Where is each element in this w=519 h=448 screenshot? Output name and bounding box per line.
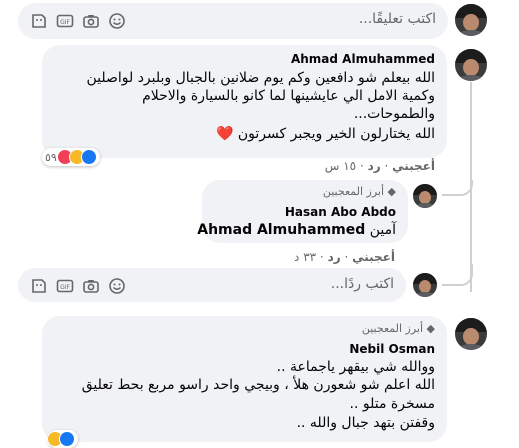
- mention-link[interactable]: Ahmad Almuhammed: [197, 222, 365, 238]
- like-link[interactable]: أعجبني: [352, 250, 395, 264]
- top-fan-label: أبرز المعجبين: [361, 322, 424, 335]
- sticker-icon[interactable]: [30, 12, 48, 30]
- comment-text-line: وكمية الامل الي عايشينها لما كانو بالسيا…: [142, 88, 435, 104]
- comment-text-line: وقفتن بتهد جبال والله ..: [296, 415, 435, 431]
- emoji-icon[interactable]: [108, 12, 126, 30]
- gif-icon[interactable]: GIF: [56, 277, 74, 295]
- top-fan-badge: ◆ أبرز المعجبين: [323, 185, 396, 198]
- my-avatar: [455, 4, 487, 36]
- comment-author[interactable]: Ahmad Almuhammed: [291, 52, 435, 66]
- reactions-summary[interactable]: ٥٩: [42, 148, 100, 166]
- top-fan-label: أبرز المعجبين: [322, 185, 385, 198]
- reply-author[interactable]: Hasan Abo Abdo: [285, 205, 396, 219]
- reply-link[interactable]: رد: [328, 250, 341, 264]
- like-reaction-icon: [80, 149, 97, 165]
- reactions-summary[interactable]: [47, 430, 78, 448]
- comment-bubble: ◆ أبرز المعجبين Nebil Osman ووالله شي بي…: [42, 316, 447, 442]
- my-avatar: [413, 273, 437, 297]
- sticker-icon[interactable]: [30, 277, 48, 295]
- comment-author[interactable]: Nebil Osman: [349, 342, 435, 356]
- comment-input-placeholder: اكتب تعليقًا...: [358, 11, 436, 27]
- comment-input[interactable]: اكتب تعليقًا... GIF: [18, 3, 448, 39]
- camera-icon[interactable]: [82, 277, 100, 295]
- reply-link[interactable]: رد: [368, 159, 381, 173]
- svg-text:GIF: GIF: [60, 284, 70, 291]
- reply-text: آمين Ahmad Almuhammed: [197, 221, 396, 239]
- comment-text-line: مسخرة متلو ..: [349, 396, 435, 412]
- comment-bubble: Ahmad Almuhammed الله بيعلم شو دافعين وك…: [42, 45, 447, 158]
- reply-time[interactable]: ٣٣ د: [294, 250, 316, 264]
- like-link[interactable]: أعجبني: [392, 159, 435, 173]
- diamond-icon: ◆: [387, 185, 396, 198]
- gif-icon[interactable]: GIF: [56, 12, 74, 30]
- diamond-icon: ◆: [426, 322, 435, 335]
- comment-text-line: الله اعلم شو شعورن هلأ ، وبيجي واحد راسو…: [81, 377, 435, 393]
- reactions-count: ٥٩: [45, 150, 57, 164]
- comment-text-line: ووالله شي بيقهر ياجماعة ..: [276, 359, 435, 375]
- avatar-nebil[interactable]: [455, 318, 487, 350]
- reply-actions: أعجبني · رد · ٣٣ د: [294, 250, 395, 264]
- comment-text-line: الله يختارلون الخير ويجبر كسرتون ❤️: [215, 126, 435, 142]
- svg-text:GIF: GIF: [60, 19, 70, 26]
- reply-input-placeholder: اكتب ردًا...: [330, 276, 394, 292]
- reply-input[interactable]: اكتب ردًا... GIF: [18, 268, 406, 302]
- comment-text-line: الله بيعلم شو دافعين وكم يوم ضلانين بالج…: [86, 70, 435, 86]
- emoji-icon[interactable]: [108, 277, 126, 295]
- avatar-ahmad[interactable]: [455, 49, 487, 81]
- comment-actions: أعجبني · رد · ١٥ س: [324, 159, 435, 173]
- avatar-hasan[interactable]: [413, 184, 437, 208]
- thread-connector: [442, 180, 473, 196]
- comment-text-line: والطموحات...: [353, 106, 435, 122]
- reply-bubble: ◆ أبرز المعجبين Hasan Abo Abdo آمين Ahma…: [197, 180, 408, 243]
- reply-body: آمين: [369, 222, 396, 238]
- camera-icon[interactable]: [82, 12, 100, 30]
- comment-time[interactable]: ١٥ س: [325, 159, 356, 173]
- thread-connector: [442, 264, 473, 286]
- like-reaction-icon: [59, 431, 75, 447]
- top-fan-badge: ◆ أبرز المعجبين: [362, 322, 435, 335]
